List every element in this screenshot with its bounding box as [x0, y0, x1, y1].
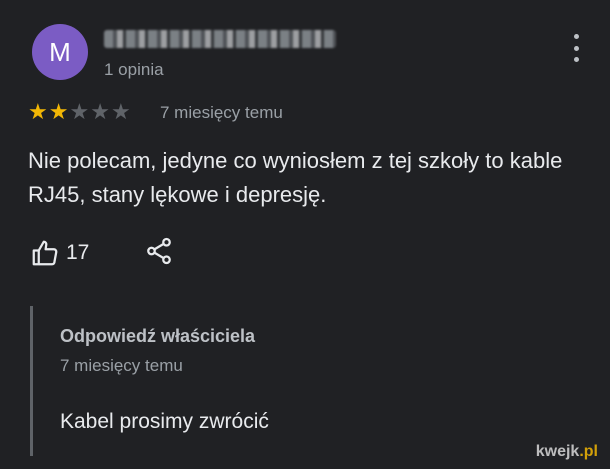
- owner-reply-time: 7 miesięcy temu: [60, 356, 183, 375]
- star-rating: ★ ★ ★ ★ ★: [28, 100, 131, 124]
- reviewer-review-count: 1 opinia: [104, 60, 164, 79]
- reviewer-avatar[interactable]: M: [32, 24, 88, 80]
- star-empty-icon: ★: [69, 99, 90, 124]
- star-filled-icon: ★: [48, 99, 69, 124]
- like-button[interactable]: 17: [30, 238, 89, 268]
- star-filled-icon: ★: [28, 99, 48, 124]
- watermark-main: kwejk: [535, 443, 580, 460]
- review-text: Nie polecam, jedyne co wyniosłem z tej s…: [28, 148, 563, 207]
- thumbs-up-icon: [32, 240, 58, 266]
- watermark-accent: .pl: [579, 443, 598, 460]
- menu-dot: [573, 34, 579, 39]
- star-empty-icon: ★: [110, 99, 131, 124]
- share-button[interactable]: [144, 236, 174, 271]
- review-time: 7 miesięcy temu: [160, 103, 283, 122]
- more-vert-icon[interactable]: [570, 34, 582, 62]
- menu-dot: [573, 45, 579, 51]
- owner-reply: Odpowiedź właściciela 7 miesięcy temu Ka…: [30, 306, 593, 456]
- reviewer-name-redacted[interactable]: [104, 30, 336, 48]
- watermark-logo: kwejk.pl: [536, 443, 598, 461]
- menu-dot: [573, 57, 579, 62]
- owner-reply-text: Kabel prosimy zwrócić: [60, 410, 269, 433]
- share-icon: [147, 237, 171, 265]
- review-card: M 1 opinia ★ ★ ★ ★ ★ 7 miesięcy temu Nie…: [0, 0, 610, 469]
- owner-reply-label: Odpowiedź właściciela: [60, 326, 256, 346]
- like-count: 17: [66, 241, 90, 264]
- star-empty-icon: ★: [90, 99, 110, 124]
